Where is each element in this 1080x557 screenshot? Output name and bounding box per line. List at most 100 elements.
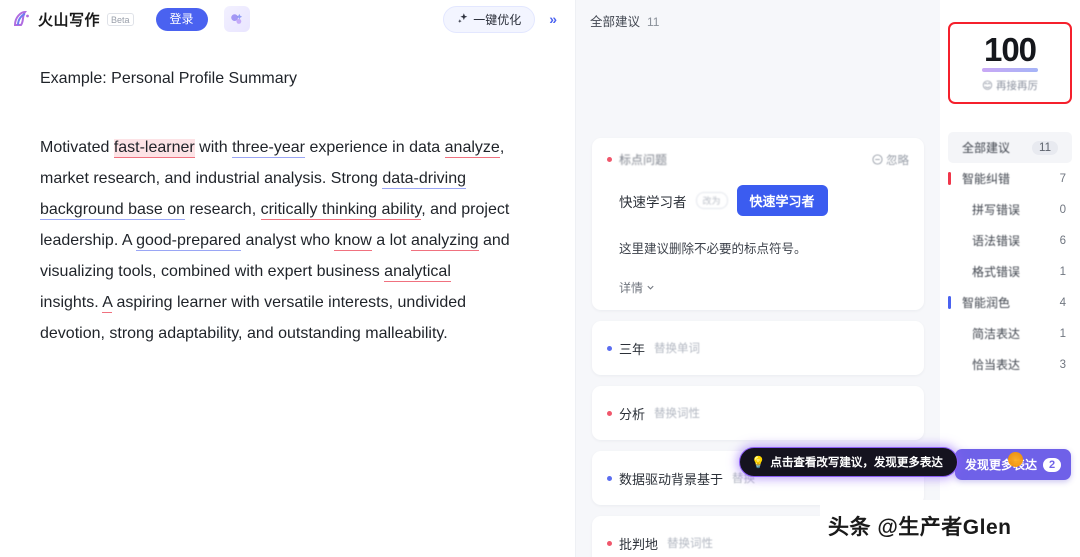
category-accent-bar	[948, 172, 951, 185]
document-suggestion-span[interactable]: analyzing	[410, 232, 479, 251]
apply-replacement-button[interactable]: 快速学习者	[736, 185, 828, 216]
sidebar-item-grammar[interactable]: 语法错误 6	[940, 225, 1080, 256]
toolbar-right-group: 一键优化 »	[443, 5, 565, 33]
rewrite-hint-tooltip: 💡 点击查看改写建议，发现更多表达	[739, 447, 958, 477]
document-suggestion-span[interactable]: three-year	[232, 139, 305, 158]
sidebar-item-count: 11	[1032, 140, 1058, 155]
discover-more-label: 发现更多表达	[965, 458, 1038, 472]
score-underline-decoration	[982, 68, 1038, 72]
suggestions-header-count: 11	[647, 15, 660, 29]
document-text-span: research,	[185, 201, 261, 218]
discover-more-badge: 2	[1043, 457, 1062, 472]
optimize-label: 一键优化	[473, 12, 522, 27]
sidebar-item-polish[interactable]: 智能润色 4	[940, 287, 1080, 318]
document-body[interactable]: Example: Personal Profile Summary Motiva…	[0, 38, 575, 349]
score-box: 100 😊 再接再厉	[948, 22, 1072, 104]
sidebar-item-spelling[interactable]: 拼写错误 0	[940, 194, 1080, 225]
document-suggestion-span[interactable]: know	[334, 232, 372, 251]
app-root: 火山写作 Beta 登录 一键优化 » Example: Personal Pr…	[0, 0, 1080, 557]
suggestion-kind: 替换单词	[654, 343, 701, 355]
score-caption-label: 再接再厉	[995, 80, 1038, 92]
sidebar-item-label: 格式错误	[972, 265, 1021, 279]
severity-dot-icon	[607, 540, 612, 546]
score-caption: 😊 再接再厉	[982, 78, 1038, 93]
document-text-span: Motivated	[40, 139, 114, 156]
sidebar-item-count: 7	[1059, 172, 1066, 185]
document-text-span: with	[194, 139, 233, 156]
suggestion-description: 这里建议删除不必要的标点符号。	[619, 242, 807, 256]
top-toolbar: 火山写作 Beta 登录 一键优化 »	[0, 0, 575, 38]
mouse-cursor-indicator	[1008, 452, 1023, 467]
suggestion-card-header: 标点问题 忽略	[607, 151, 909, 168]
sidebar-item-count: 0	[1059, 203, 1066, 216]
suggestion-details-toggle[interactable]: 详情	[619, 279, 909, 296]
suggestion-word: 批判地	[619, 536, 659, 552]
beta-badge: Beta	[107, 12, 134, 26]
lightbulb-icon: 💡	[751, 457, 766, 469]
document-text-span: insights.	[40, 294, 103, 311]
severity-dot-icon	[607, 345, 612, 351]
sidebar-item-count: 6	[1059, 234, 1066, 247]
sidebar-item-label: 拼写错误	[972, 203, 1021, 217]
sidebar-item-appropriate[interactable]: 恰当表达 3	[940, 349, 1080, 380]
ignore-button[interactable]: 忽略	[872, 152, 909, 168]
suggestion-card[interactable]: 标点问题 忽略 快速学习者 改为 快速学习者 这里建议删除不必要的标点符号。 详…	[592, 138, 924, 310]
list-item[interactable]: 分析 替换词性	[592, 386, 924, 440]
category-accent-bar	[948, 296, 951, 309]
sidebar-item-label: 语法错误	[972, 234, 1021, 248]
document-text-span: a lot	[371, 232, 411, 249]
sidebar-item-error-correction[interactable]: 智能纠错 7	[940, 163, 1080, 194]
original-text: 快速学习者	[619, 194, 687, 210]
watermark-text: 头条 @生产者Glen	[828, 516, 1012, 539]
sparkle-icon	[457, 12, 469, 27]
smile-emoji-icon: 😊	[982, 79, 993, 92]
sidebar-item-label: 简洁表达	[972, 327, 1021, 341]
document-suggestion-span[interactable]: fast-learner	[113, 139, 195, 158]
document-suggestion-span[interactable]: analyze	[444, 139, 500, 158]
sidebar-item-label: 恰当表达	[972, 358, 1021, 372]
sidebar-item-label: 智能纠错	[962, 172, 1011, 186]
suggestion-word: 数据驱动背景基于	[619, 471, 724, 487]
suggestion-list: 标点问题 忽略 快速学习者 改为 快速学习者 这里建议删除不必要的标点符号。 详…	[576, 138, 940, 557]
document-text-span: analyst who	[241, 232, 335, 249]
editor-pane: 火山写作 Beta 登录 一键优化 » Example: Personal Pr…	[0, 0, 576, 557]
suggestion-word: 分析	[619, 406, 646, 422]
list-item[interactable]: 三年 替换单词	[592, 321, 924, 375]
suggestions-header-label: 全部建议	[590, 15, 641, 29]
document-suggestion-span[interactable]: critically thinking ability	[260, 201, 422, 220]
document-text-span: experience in data	[305, 139, 445, 156]
score-value: 100	[983, 31, 1037, 68]
severity-dot-icon	[607, 410, 612, 416]
document-suggestion-span[interactable]: analytical	[384, 263, 451, 282]
document-suggestion-span[interactable]: A	[102, 294, 113, 313]
document-paragraph[interactable]: Motivated fast-learner with three-year e…	[40, 132, 510, 349]
details-label: 详情	[619, 281, 644, 295]
sidebar-item-all[interactable]: 全部建议 11	[948, 132, 1072, 163]
severity-dot-icon	[607, 157, 612, 162]
chevron-down-icon	[646, 281, 655, 295]
suggestion-kind: 替换词性	[667, 538, 714, 550]
document-heading: Example: Personal Profile Summary	[40, 70, 297, 87]
tooltip-text: 点击查看改写建议，发现更多表达	[770, 457, 943, 469]
change-to-chip: 改为	[695, 192, 728, 209]
volcano-logo-icon	[12, 9, 34, 29]
document-suggestion-span[interactable]: good-prepared	[136, 232, 242, 251]
collapse-panel-icon[interactable]: »	[541, 9, 565, 29]
suggestion-type-tag: 标点问题	[619, 153, 668, 167]
sidebar-item-label: 全部建议	[962, 141, 1011, 155]
sidebar-item-concise[interactable]: 简洁表达 1	[940, 318, 1080, 349]
sidebar-item-count: 4	[1059, 296, 1066, 309]
sidebar-item-count: 1	[1059, 265, 1066, 278]
app-logo[interactable]: 火山写作 Beta	[12, 9, 134, 30]
ignore-label: 忽略	[886, 154, 909, 167]
sidebar-item-count: 3	[1059, 358, 1066, 371]
sidebar-item-format[interactable]: 格式错误 1	[940, 256, 1080, 287]
category-list: 全部建议 11 智能纠错 7 拼写错误 0 语法错误 6 格式错误 1 智能润色…	[940, 132, 1080, 380]
severity-dot-icon	[607, 475, 612, 481]
suggestion-kind: 替换词性	[654, 408, 701, 420]
suggestions-header: 全部建议 11	[576, 0, 940, 30]
suggestion-word: 三年	[619, 341, 646, 357]
login-button[interactable]: 登录	[155, 7, 208, 31]
magic-wand-icon[interactable]	[223, 6, 250, 32]
one-click-optimize-button[interactable]: 一键优化	[443, 5, 536, 33]
